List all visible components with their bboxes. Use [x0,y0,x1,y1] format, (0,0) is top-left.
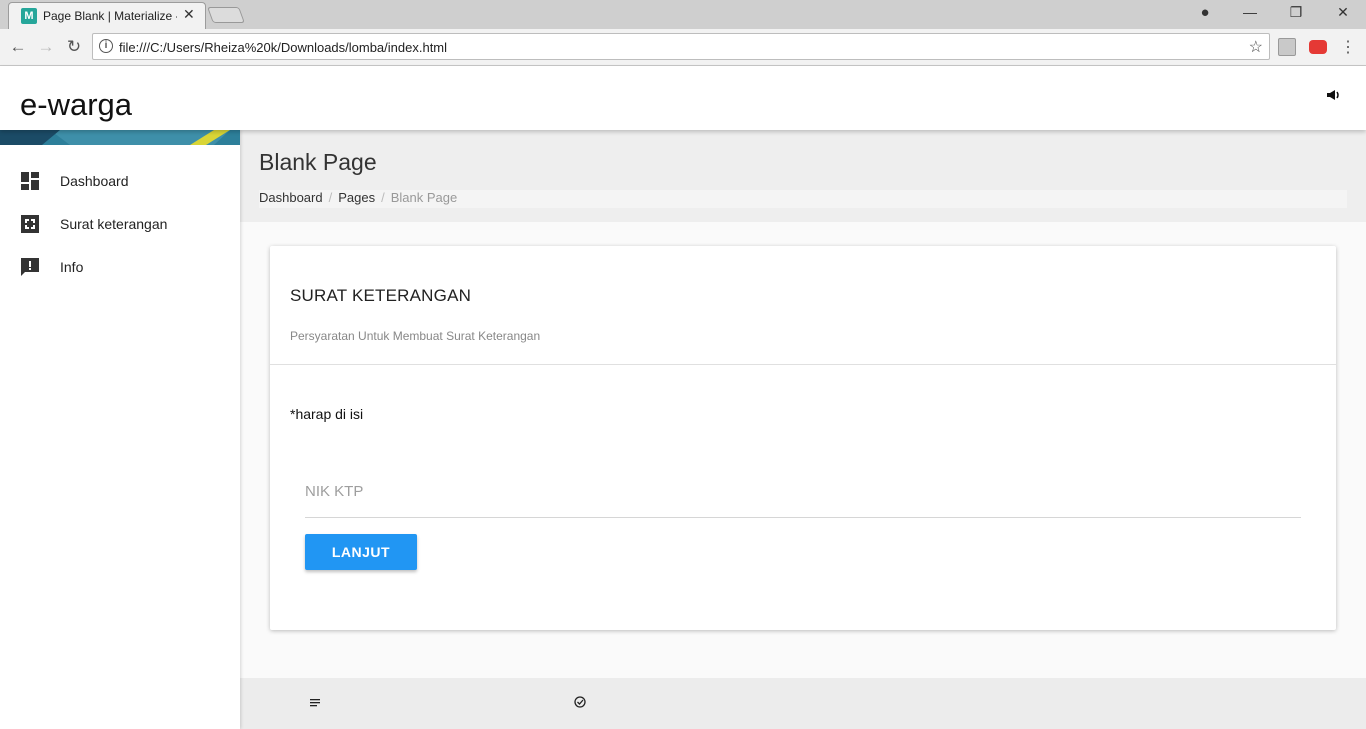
back-button[interactable]: ← [8,37,28,57]
bookmark-star-icon[interactable]: ☆ [1249,37,1263,57]
browser-toolbar: ← → ↻ i file:///C:/Users/Rheiza%20k/Down… [0,29,1366,66]
check-circle-icon[interactable] [574,696,586,711]
url-text[interactable]: file:///C:/Users/Rheiza%20k/Downloads/lo… [119,40,447,55]
nik-ktp-input[interactable] [305,466,1301,518]
restore-button[interactable]: ❐ [1286,4,1306,21]
card-divider [270,364,1336,365]
breadcrumb-separator: / [328,190,333,205]
breadcrumb-pages[interactable]: Pages [338,190,375,205]
feedback-icon [21,258,39,276]
minimize-button[interactable]: — [1240,4,1260,20]
tab-close-icon[interactable]: ✕ [183,6,195,23]
account-icon[interactable]: ● [1195,4,1215,21]
video-extension-icon[interactable] [1309,40,1327,54]
extension-icon[interactable] [1278,38,1296,56]
dashboard-icon [21,172,39,190]
surat-keterangan-card: SURAT KETERANGAN Persyaratan Untuk Membu… [270,246,1336,630]
browser-tabstrip: M Page Blank | Materialize - ✕ ● — ❐ ✕ [0,0,1366,29]
breadcrumb-current: Blank Page [390,190,458,205]
materialize-favicon-icon: M [21,8,37,24]
forward-button[interactable]: → [36,37,56,57]
sidebar-item-surat-keterangan[interactable]: Surat keterangan [0,204,240,244]
new-tab-button[interactable] [207,7,245,23]
reload-button[interactable]: ↻ [64,37,84,57]
sidebar-item-label: Surat keterangan [60,216,168,232]
sidebar-item-info[interactable]: Info [0,247,240,287]
breadcrumb-separator: / [381,190,385,205]
sidebar-item-label: Dashboard [60,173,129,189]
address-bar[interactable]: i file:///C:/Users/Rheiza%20k/Downloads/… [92,33,1270,60]
browser-menu-icon[interactable]: ⋮ [1338,37,1358,57]
breadcrumb: Dashboard / Pages / Blank Page [259,190,1347,208]
page-title: Blank Page [259,149,377,175]
info-icon[interactable]: i [99,39,113,53]
breadcrumb-dashboard[interactable]: Dashboard [259,190,323,205]
app-header: e-warga [0,66,1366,130]
lanjut-button[interactable]: LANJUT [305,534,417,570]
footer-bar [240,678,1366,729]
card-subtitle: Persyaratan Untuk Membuat Surat Keterang… [290,329,541,343]
megaphone-icon[interactable] [1326,88,1340,104]
tab-title: Page Blank | Materialize - [43,9,177,23]
sidebar: Dashboard Surat keterangan Info [0,130,240,729]
list-icon[interactable] [310,696,320,711]
browser-tab[interactable]: M Page Blank | Materialize - ✕ [8,2,206,29]
fullscreen-icon [21,215,39,233]
required-note: *harap di isi [290,406,364,422]
brand-logo[interactable]: e-warga [20,87,132,123]
sidebar-banner [0,130,240,145]
sidebar-item-dashboard[interactable]: Dashboard [0,161,240,201]
page-header: Blank Page Dashboard / Pages / Blank Page [240,130,1366,222]
sidebar-item-label: Info [60,259,84,275]
close-window-button[interactable]: ✕ [1333,4,1353,21]
card-title: SURAT KETERANGAN [290,286,472,305]
